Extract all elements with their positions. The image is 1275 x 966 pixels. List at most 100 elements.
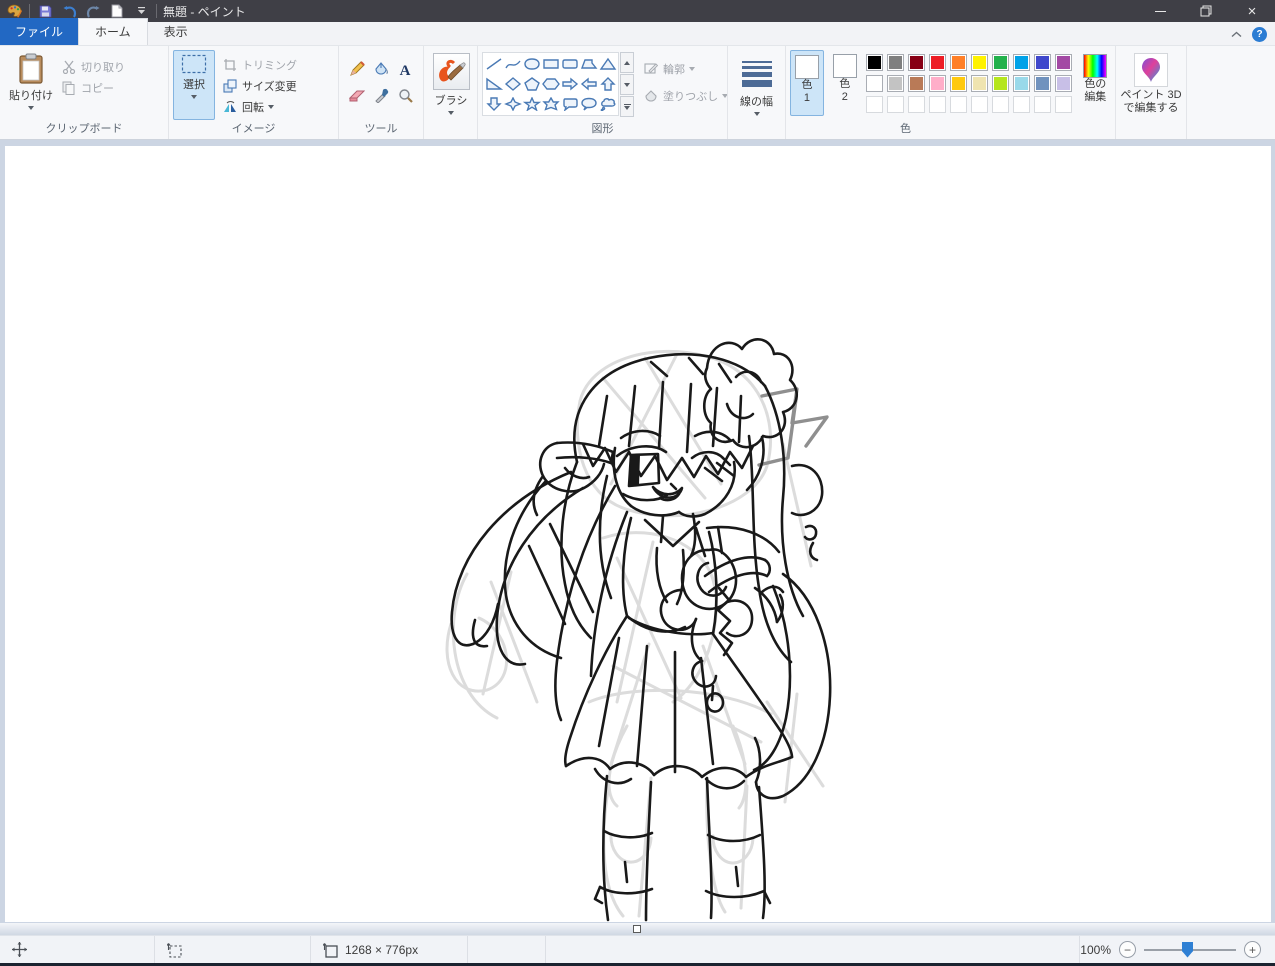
palette-swatch[interactable]: [971, 75, 988, 92]
triangle-shape[interactable]: [599, 57, 617, 71]
outline-button[interactable]: 輪郭: [642, 58, 728, 79]
palette-empty-swatch[interactable]: [1055, 96, 1072, 113]
paste-dropdown-icon: [28, 106, 34, 110]
palette-empty-swatch[interactable]: [929, 96, 946, 113]
palette-empty-swatch[interactable]: [950, 96, 967, 113]
star-4-shape[interactable]: [504, 97, 522, 111]
tab-view[interactable]: 表示: [148, 19, 204, 45]
color2-button[interactable]: 色 2: [828, 50, 862, 116]
palette-swatch[interactable]: [866, 75, 883, 92]
palette-swatch[interactable]: [866, 54, 883, 71]
palette-swatch[interactable]: [929, 54, 946, 71]
pentagon-shape[interactable]: [523, 77, 541, 91]
rounded-rectangle-shape[interactable]: [561, 57, 579, 71]
palette-swatch[interactable]: [971, 54, 988, 71]
zoom-slider-thumb[interactable]: [1182, 942, 1193, 958]
palette-empty-swatch[interactable]: [971, 96, 988, 113]
palette-empty-swatch[interactable]: [866, 96, 883, 113]
palette-empty-swatch[interactable]: [992, 96, 1009, 113]
palette-swatch[interactable]: [1013, 75, 1030, 92]
pencil-tool[interactable]: [349, 61, 366, 77]
save-icon[interactable]: [36, 3, 54, 19]
crop-button[interactable]: トリミング: [221, 54, 297, 75]
right-triangle-shape[interactable]: [485, 77, 503, 91]
palette-empty-swatch[interactable]: [908, 96, 925, 113]
paste-button[interactable]: 貼り付け: [8, 50, 54, 110]
star-5-shape[interactable]: [523, 97, 541, 111]
fill-bucket-tool[interactable]: [373, 61, 390, 77]
color2-label-line1: 色: [839, 78, 850, 91]
resize-button[interactable]: サイズ変更: [221, 75, 297, 96]
palette-swatch[interactable]: [887, 54, 904, 71]
undo-icon[interactable]: [60, 3, 78, 19]
callout-rounded-shape[interactable]: [561, 97, 579, 111]
palette-swatch[interactable]: [908, 75, 925, 92]
shape-fill-button[interactable]: 塗りつぶし: [642, 85, 728, 106]
palette-swatch[interactable]: [992, 75, 1009, 92]
tab-file[interactable]: ファイル: [0, 18, 78, 45]
collapse-ribbon-icon[interactable]: [1231, 31, 1242, 38]
palette-swatch[interactable]: [908, 54, 925, 71]
palette-empty-swatch[interactable]: [1013, 96, 1030, 113]
color1-button[interactable]: 色 1: [790, 50, 824, 116]
edit-colors-button[interactable]: 色の 編集: [1076, 50, 1115, 116]
diamond-shape[interactable]: [504, 77, 522, 91]
paint3d-button[interactable]: ペイント 3D で編集する: [1116, 50, 1186, 115]
arrow-right-shape[interactable]: [561, 77, 579, 91]
arrow-up-shape[interactable]: [599, 77, 617, 91]
palette-swatch[interactable]: [950, 75, 967, 92]
zoom-in-button[interactable]: +: [1244, 941, 1261, 958]
palette-swatch[interactable]: [950, 54, 967, 71]
minimize-button[interactable]: [1137, 0, 1183, 22]
zoom-out-button[interactable]: −: [1119, 941, 1136, 958]
palette-swatch[interactable]: [887, 75, 904, 92]
rotate-button[interactable]: 回転: [221, 96, 297, 117]
shapes-scroll-down-button[interactable]: [620, 74, 634, 95]
palette-swatch[interactable]: [929, 75, 946, 92]
arrow-left-shape[interactable]: [580, 77, 598, 91]
palette-swatch[interactable]: [992, 54, 1009, 71]
cut-button[interactable]: 切り取り: [60, 56, 125, 77]
palette-swatch[interactable]: [1055, 75, 1072, 92]
toolbar-dropdown-icon[interactable]: [132, 3, 150, 19]
new-file-icon[interactable]: [108, 3, 126, 19]
redo-icon[interactable]: [84, 3, 102, 19]
callout-oval-shape[interactable]: [580, 97, 598, 111]
zoom-slider[interactable]: [1144, 949, 1236, 951]
star-6-shape[interactable]: [542, 97, 560, 111]
shapes-more-button[interactable]: [620, 96, 634, 117]
select-dropdown-icon: [191, 95, 197, 99]
callout-cloud-shape[interactable]: [599, 97, 617, 111]
palette-swatch[interactable]: [1034, 54, 1051, 71]
shapes-scroll-up-button[interactable]: [620, 52, 634, 73]
text-tool[interactable]: A: [397, 61, 414, 77]
select-button[interactable]: 選択: [173, 50, 215, 120]
drawing-canvas[interactable]: [5, 146, 1271, 922]
arrow-down-shape[interactable]: [485, 97, 503, 111]
rotate-icon: [221, 99, 238, 115]
help-icon[interactable]: ?: [1252, 27, 1267, 42]
color-palette: [866, 54, 1072, 116]
copy-button[interactable]: コピー: [60, 77, 125, 98]
palette-swatch[interactable]: [1034, 75, 1051, 92]
palette-swatch[interactable]: [1013, 54, 1030, 71]
tab-home[interactable]: ホーム: [78, 18, 148, 45]
color-picker-tool[interactable]: [373, 87, 390, 103]
restore-button[interactable]: [1183, 0, 1229, 22]
resize-icon: [221, 78, 238, 94]
ellipse-shape[interactable]: [523, 57, 541, 71]
canvas-resize-handle[interactable]: [633, 925, 641, 933]
eraser-tool[interactable]: [349, 87, 366, 103]
brush-button[interactable]: ブラシ: [424, 50, 478, 115]
palette-swatch[interactable]: [1055, 54, 1072, 71]
polygon-shape[interactable]: [580, 57, 598, 71]
magnifier-tool[interactable]: [397, 87, 414, 103]
hexagon-shape[interactable]: [542, 77, 560, 91]
rectangle-shape[interactable]: [542, 57, 560, 71]
palette-empty-swatch[interactable]: [1034, 96, 1051, 113]
line-shape[interactable]: [485, 57, 503, 71]
curve-shape[interactable]: [504, 57, 522, 71]
line-width-button[interactable]: 線の幅: [729, 50, 785, 116]
close-button[interactable]: ×: [1229, 0, 1275, 22]
palette-empty-swatch[interactable]: [887, 96, 904, 113]
